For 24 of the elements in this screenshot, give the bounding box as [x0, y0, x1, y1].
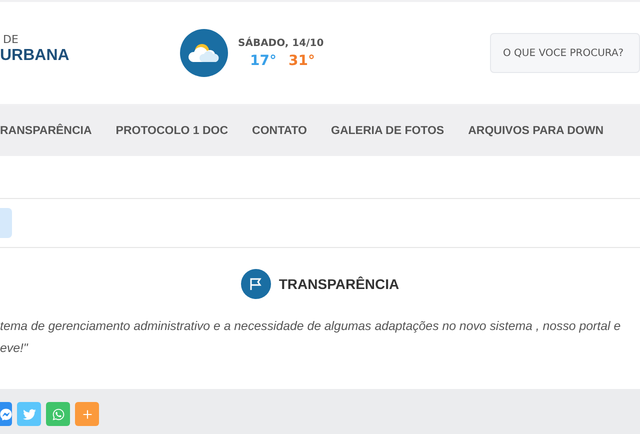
nav-link[interactable]: GALERIA DE FOTOS: [331, 125, 444, 137]
twitter-button[interactable]: [17, 402, 41, 426]
max-temperature: 31°: [288, 52, 315, 68]
logo-text: DE: [2, 33, 20, 46]
messenger-icon: [0, 408, 12, 420]
twitter-icon: [22, 408, 36, 420]
more-icon: [80, 408, 94, 420]
flag-icon: [240, 269, 271, 299]
weather-icon: [180, 29, 228, 77]
whatsapp-icon: [52, 408, 64, 420]
min-temperature: 17°: [250, 52, 276, 68]
messenger-button[interactable]: [0, 402, 12, 426]
nav-link[interactable]: CONTATO: [252, 125, 307, 137]
logo-text: URBANA: [0, 47, 70, 65]
section-title: TRANSPARÊNCIA: [278, 276, 400, 292]
whatsapp-button[interactable]: [46, 402, 70, 426]
weather-date: SÁBADO, 14/10: [238, 38, 325, 48]
breadcrumb-button[interactable]: [0, 208, 12, 238]
nav-link[interactable]: ARQUIVOS PARA DOWN: [468, 125, 604, 137]
nav-link[interactable]: RANSPARÊNCIA: [0, 125, 92, 137]
search-field[interactable]: O QUE VOCÊ PROCURA?: [490, 33, 640, 73]
more-button[interactable]: [75, 402, 99, 426]
notice-text: tema de gerenciamento administrativo e a necessidade de algumas adaptações no novo sistema , nosso portal e eve!": [0, 318, 622, 357]
nav-link[interactable]: PROTOCOLO 1 DOC: [116, 125, 228, 137]
